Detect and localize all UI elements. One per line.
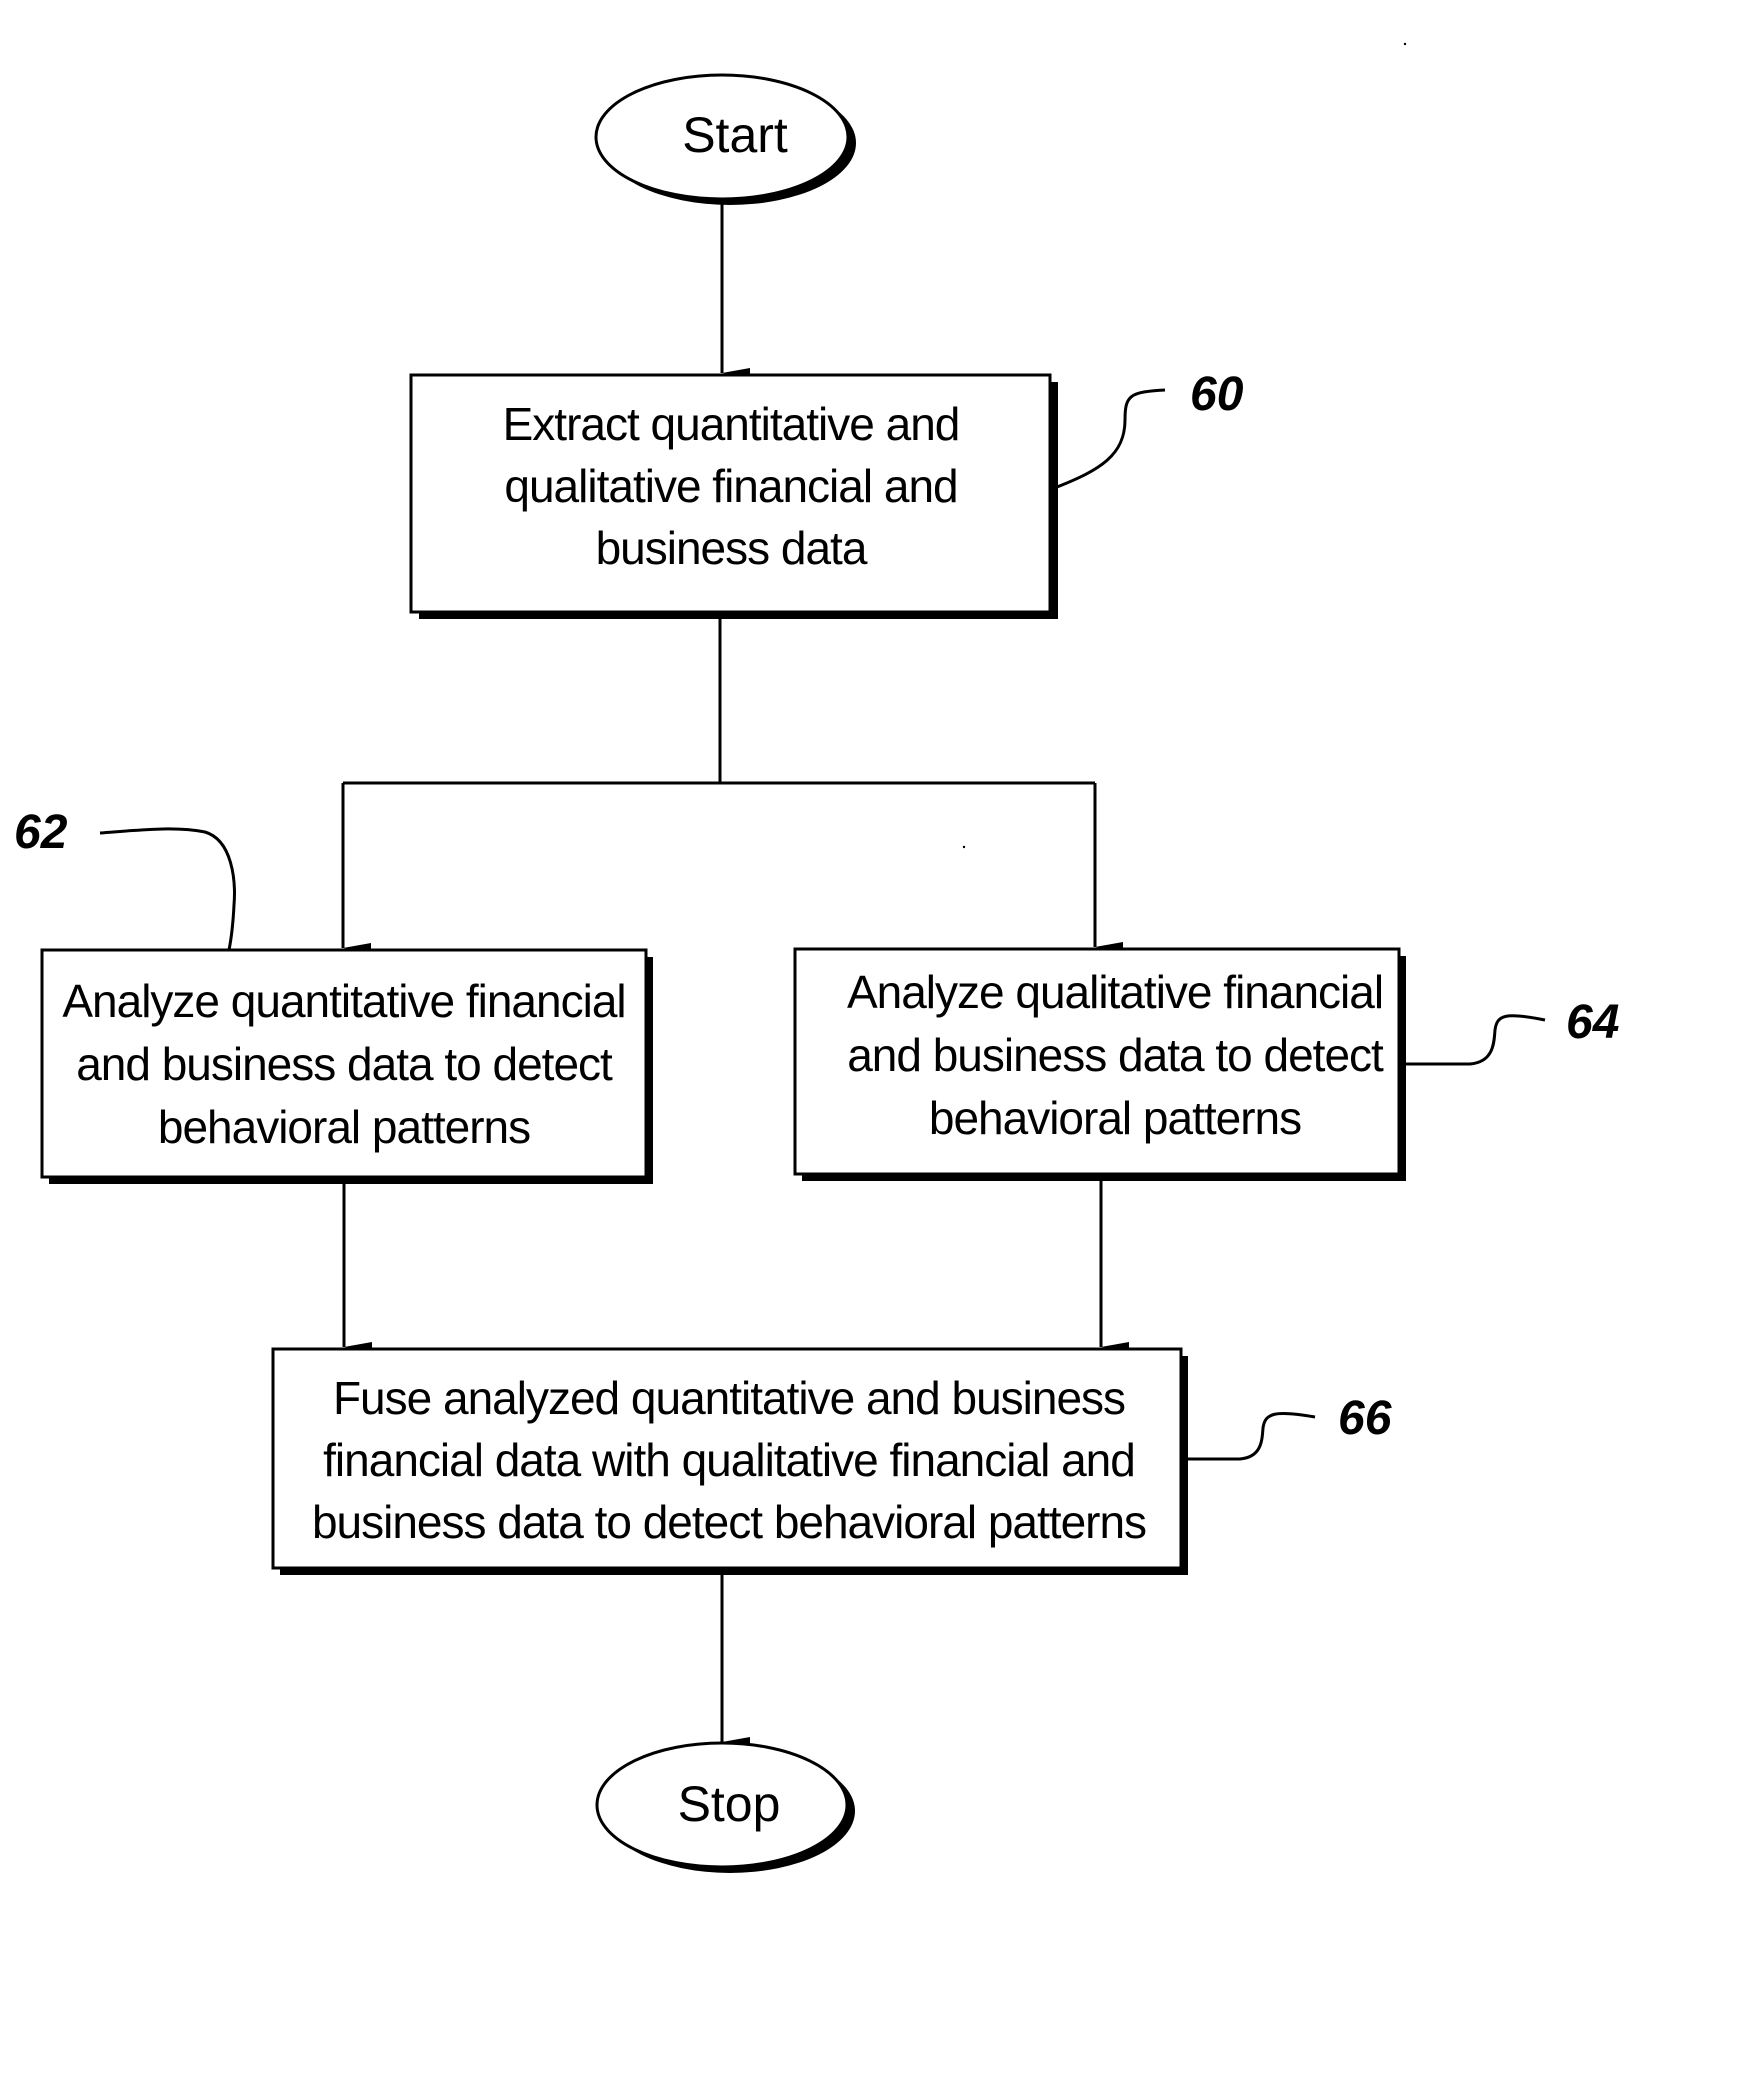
step-62-line-2: and business data to detect [76,1038,613,1090]
step-62-analyze-quantitative: Analyze quantitative financial and busin… [40,948,653,1184]
step-64-line-3: behavioral patterns [929,1092,1301,1144]
scan-speck [962,845,966,849]
step-64-line-2: and business data to detect [847,1029,1384,1081]
step-62-line-1: Analyze quantitative financial [62,975,625,1027]
flowchart: Start Extract quantitative and qualitati… [14,42,1619,1873]
stop-label: Stop [678,1776,781,1832]
leader-62 [99,827,236,951]
step-60-line-3: business data [596,522,868,574]
step-60-line-2: qualitative financial and [504,460,957,512]
step-66-line-2: financial data with qualitative financia… [323,1434,1135,1486]
ref-label-64: 64 [1566,996,1619,1049]
leader-64 [1406,1014,1546,1066]
scan-speck [1403,42,1407,46]
step-66-fuse: Fuse analyzed quantitative and business … [271,1347,1188,1575]
leader-66 [1188,1411,1316,1461]
step-66-line-3: business data to detect behavioral patte… [312,1496,1146,1548]
step-64-line-1: Analyze qualitative financial [847,966,1383,1018]
step-66-line-1: Fuse analyzed quantitative and business [333,1372,1125,1424]
ref-label-60: 60 [1190,368,1244,421]
ref-label-66: 66 [1338,1392,1392,1445]
stop-terminal: Stop [595,1741,855,1873]
start-label: Start [682,107,788,163]
ref-label-62: 62 [14,806,68,859]
step-64-analyze-qualitative: Analyze qualitative financial and busine… [793,947,1406,1181]
leader-60 [1056,388,1166,489]
step-60-line-1: Extract quantitative and [503,398,960,450]
step-62-line-3: behavioral patterns [158,1101,530,1153]
step-60-extract: Extract quantitative and qualitative fin… [409,373,1058,619]
start-terminal: Start [594,73,856,205]
